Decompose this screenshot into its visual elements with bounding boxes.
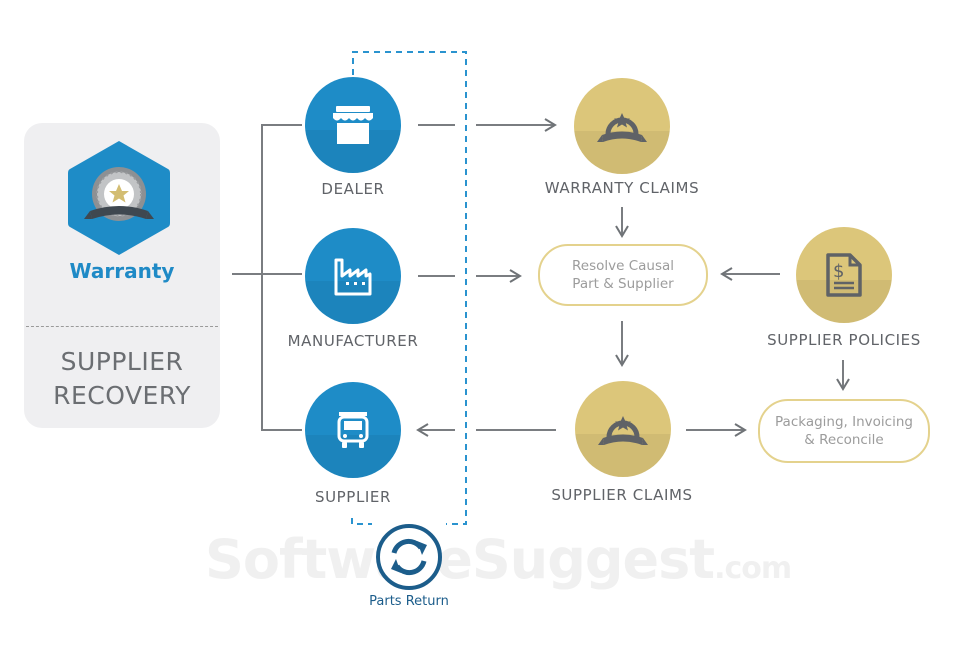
entity-bracket xyxy=(261,124,302,431)
supplier-claims-node[interactable] xyxy=(575,381,671,477)
award-badge-icon xyxy=(598,416,648,445)
svg-text:$: $ xyxy=(833,261,844,282)
factory-icon xyxy=(334,258,372,296)
step-line: Resolve Causal xyxy=(571,258,675,274)
refresh-cycle-icon[interactable] xyxy=(375,523,443,591)
resolve-causal-part-step[interactable]: Resolve Causal Part & Supplier xyxy=(538,244,708,306)
supplier-policies-node[interactable]: $ xyxy=(796,227,892,323)
supplier-node[interactable] xyxy=(305,382,401,478)
warranty-claims-label: WARRANTY CLAIMS xyxy=(544,179,700,197)
dealer-node[interactable] xyxy=(305,77,401,173)
warranty-hexagon-icon xyxy=(68,141,170,255)
truck-icon xyxy=(337,412,369,448)
step-line: Packaging, Invoicing xyxy=(775,414,913,430)
parts-return-dashed-loop-bottom xyxy=(351,518,372,525)
title-line-2: RECOVERY xyxy=(53,381,191,410)
manufacturer-node[interactable] xyxy=(305,228,401,324)
title-line-1: SUPPLIER xyxy=(60,347,184,376)
warranty-label: Warranty xyxy=(69,259,175,283)
packaging-invoicing-step[interactable]: Packaging, Invoicing & Reconcile xyxy=(758,399,930,463)
step-line: & Reconcile xyxy=(804,432,884,448)
supplier-claims-label: SUPPLIER CLAIMS xyxy=(551,486,693,504)
watermark: SoftwareSuggest.com xyxy=(205,528,792,591)
step-line: Part & Supplier xyxy=(572,276,674,292)
supplier-label: SUPPLIER xyxy=(314,488,392,506)
supplier-recovery-title: SUPPLIER RECOVERY xyxy=(24,345,220,413)
store-icon xyxy=(333,106,373,144)
invoice-document-icon: $ xyxy=(826,253,862,297)
manufacturer-label: MANUFACTURER xyxy=(287,332,419,350)
warranty-claims-node[interactable] xyxy=(574,78,670,174)
parts-return-label: Parts Return xyxy=(369,594,449,609)
card-divider xyxy=(26,326,218,327)
award-badge-icon xyxy=(597,113,647,142)
supplier-policies-label: SUPPLIER POLICIES xyxy=(767,331,921,349)
dealer-label: DEALER xyxy=(321,180,385,198)
